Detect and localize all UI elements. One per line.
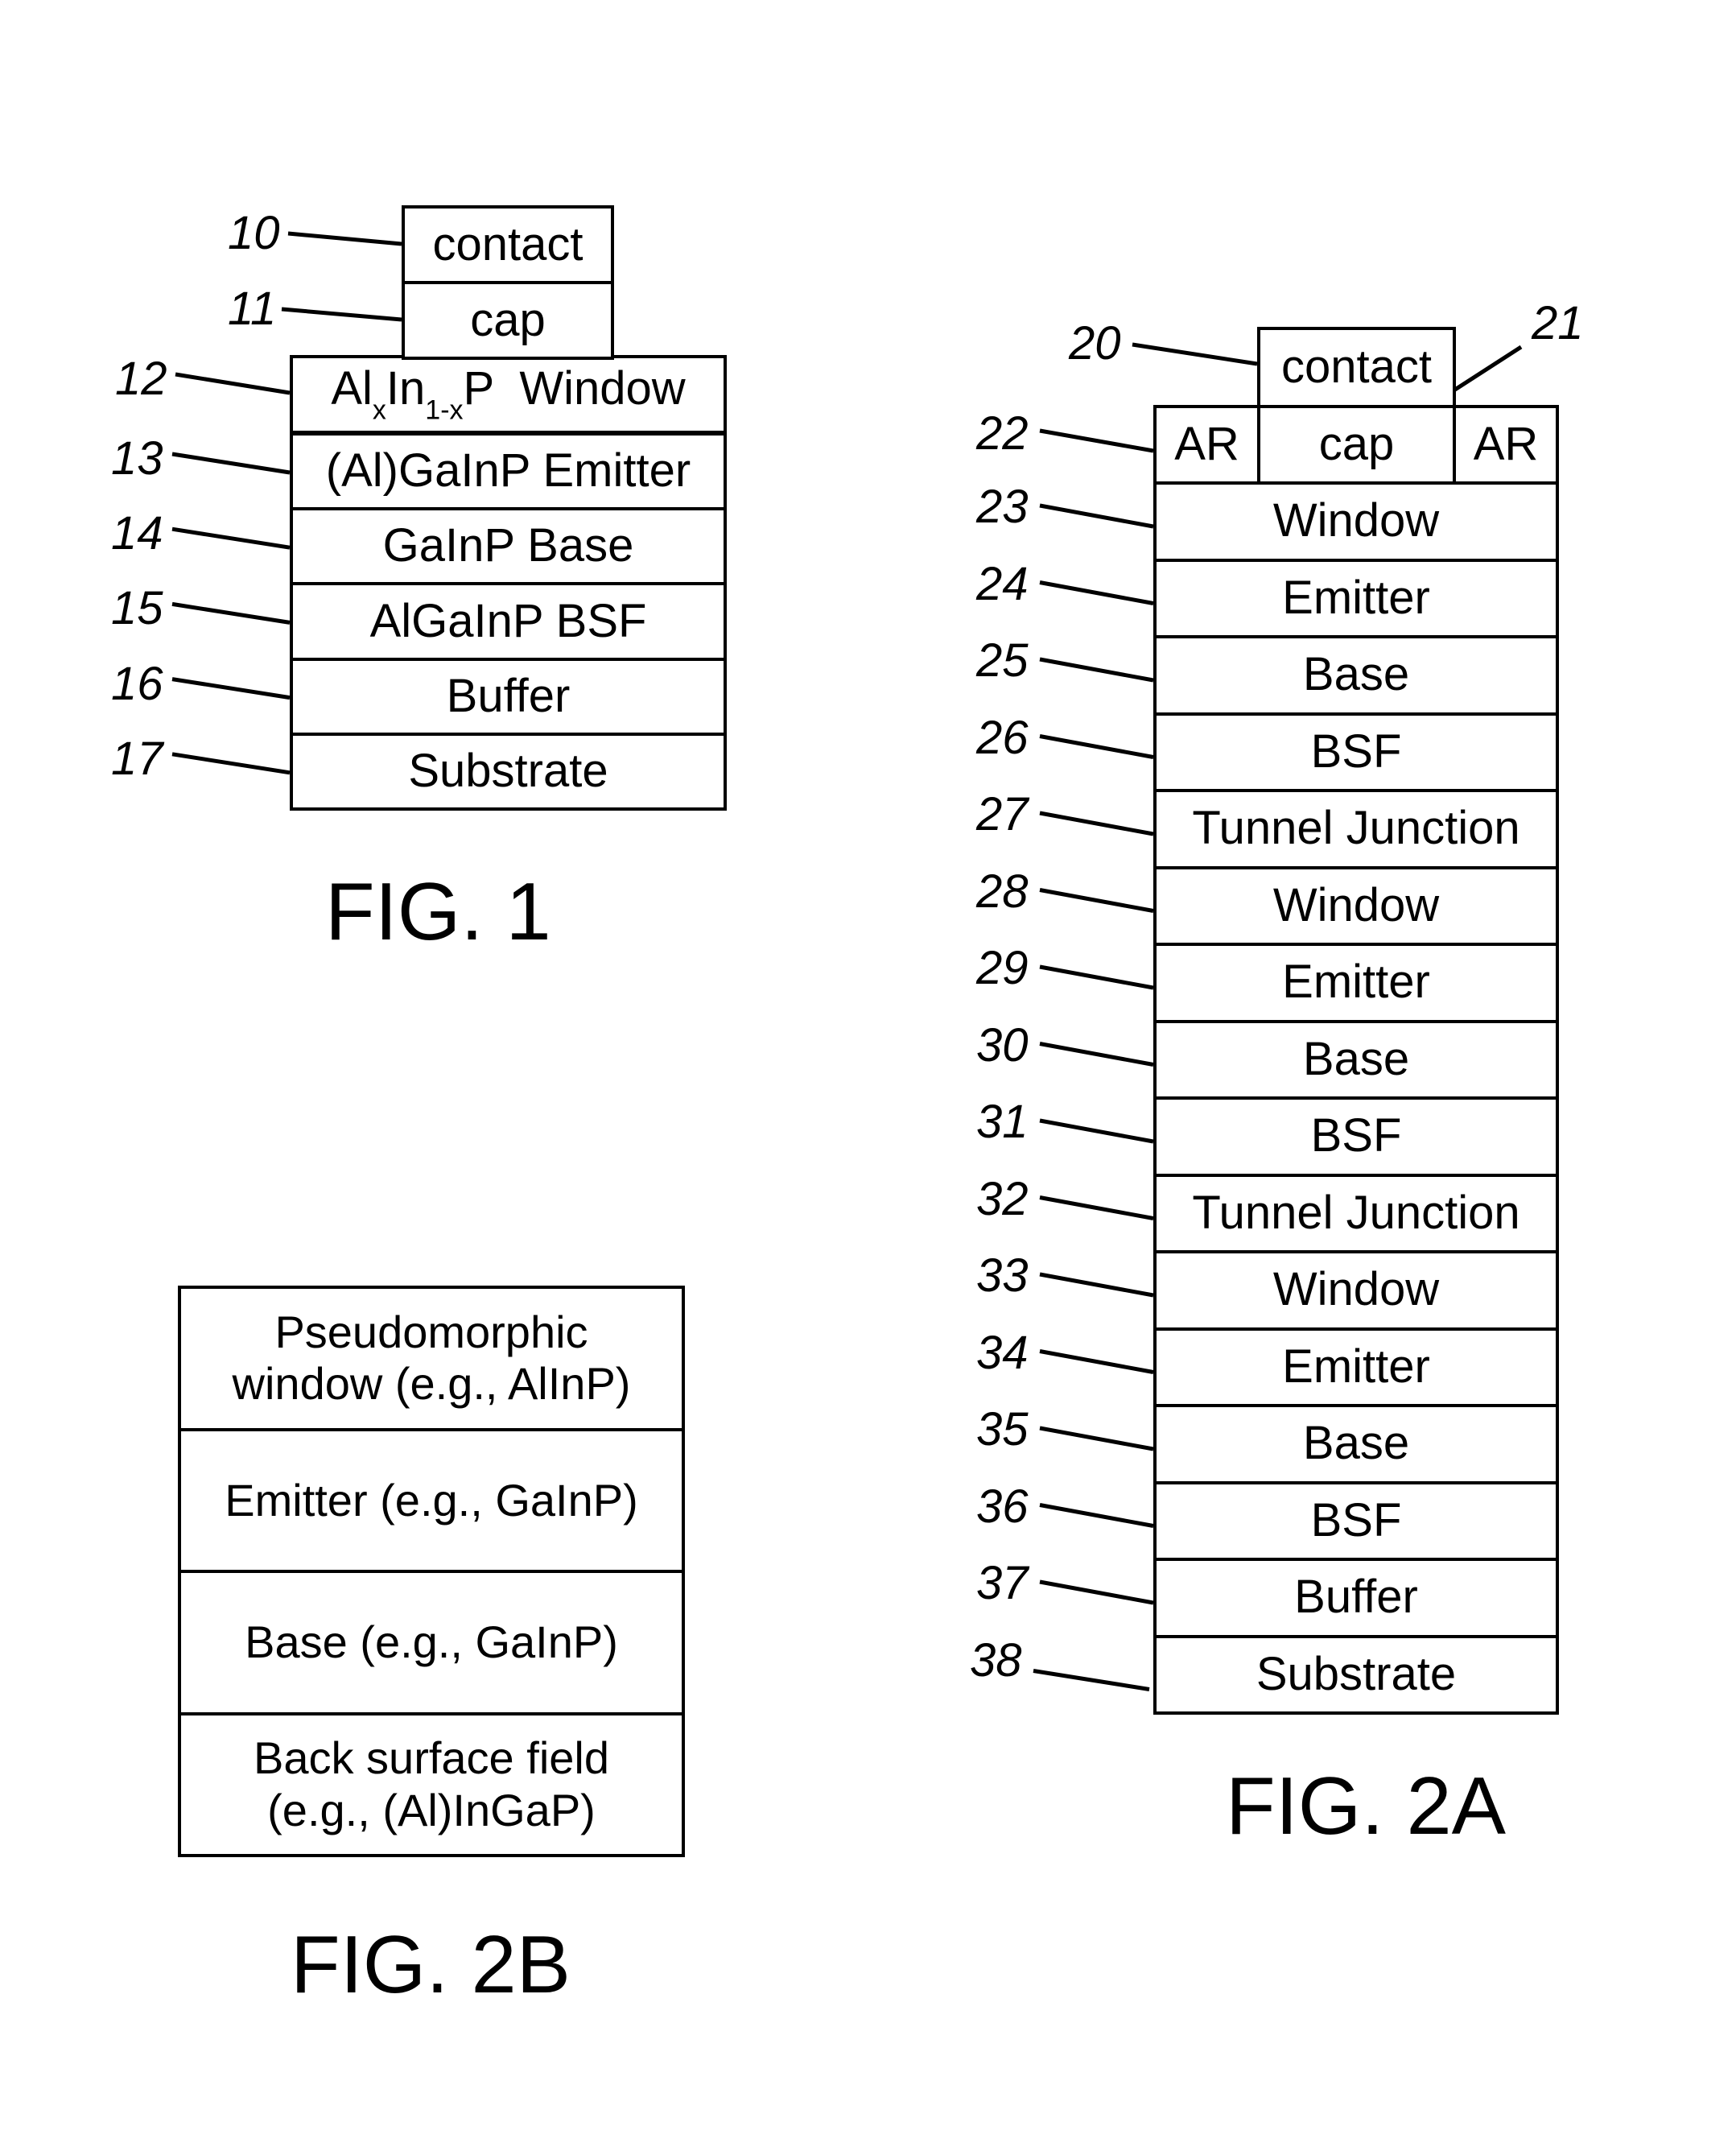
fig1-leader-15: [171, 601, 291, 625]
fig1-ref-window: 12: [115, 353, 167, 405]
fig1-layer-cap: cap: [402, 281, 614, 360]
fig2a-ref-31: 31: [976, 1096, 1029, 1148]
fig2a-layer-buffer: Buffer: [1153, 1558, 1559, 1638]
fig1-ref-13: 13: [111, 432, 163, 485]
fig2a-leader-26: [1039, 734, 1154, 759]
fig1-leader-13: [171, 452, 291, 475]
fig2a-layer-contact: contact: [1257, 327, 1456, 408]
fig1-leader-11: [281, 307, 402, 322]
fig2a-leader-32: [1039, 1195, 1154, 1220]
fig2a-layer-window: Window: [1153, 865, 1559, 946]
fig2a-layer-tunnel-junction: Tunnel Junction: [1153, 789, 1559, 869]
fig2a-ref-cap: 21: [1532, 297, 1584, 349]
fig1-layer-contact: contact: [402, 205, 614, 284]
fig1-ref-16: 16: [111, 657, 163, 710]
fig2a-ref-26: 26: [976, 711, 1029, 764]
fig2a-layer-ar-left: AR: [1153, 405, 1260, 485]
fig1-layer-buffer: Buffer: [290, 657, 727, 736]
window-formula: AlxIn1-xP Window: [331, 362, 686, 426]
fig2a-ref-35: 35: [976, 1403, 1029, 1455]
fig2a-layer-window: Window: [1153, 481, 1559, 562]
fig2a-leader-35: [1039, 1426, 1154, 1451]
fig2a-layer-tunnel-junction: Tunnel Junction: [1153, 1173, 1559, 1253]
fig1-leader-16: [171, 677, 291, 700]
fig2a-ref-29: 29: [976, 942, 1029, 994]
fig2a-leader-22: [1039, 428, 1154, 453]
fig2a-leader-30: [1039, 1042, 1154, 1067]
fig2a-ref-23: 23: [976, 481, 1029, 533]
fig2a-layer-bsf: BSF: [1153, 712, 1559, 792]
fig2a-leader-37: [1039, 1579, 1154, 1605]
fig1-layer-algainp-bsf: AlGaInP BSF: [290, 582, 727, 661]
fig1-layer-substrate: Substrate: [290, 732, 727, 811]
fig2a-layer-bsf: BSF: [1153, 1480, 1559, 1561]
fig1-leader-17: [171, 752, 291, 775]
fig2b-layer-1: Pseudomorphic window (e.g., AlInP): [178, 1286, 685, 1431]
fig1-ref-15: 15: [111, 582, 163, 635]
fig2a-leader-34: [1039, 1349, 1154, 1374]
fig1-layer--al-gainp-emitter: (Al)GaInP Emitter: [290, 432, 727, 511]
fig2a-ref-33: 33: [976, 1249, 1029, 1302]
fig2b-caption: FIG. 2B: [291, 1920, 571, 2010]
fig2a-ref-25: 25: [976, 634, 1029, 687]
fig2a-leader-29: [1039, 964, 1154, 990]
fig2a-caption: FIG. 2A: [1226, 1761, 1506, 1852]
fig2a-layer-emitter: Emitter: [1153, 558, 1559, 638]
fig1-ref-14: 14: [111, 507, 163, 560]
fig1-leader-14: [171, 526, 291, 550]
fig1-layer-window: AlxIn1-xP Window: [290, 355, 727, 434]
fig2a-ref-34: 34: [976, 1326, 1029, 1379]
fig2a-leader-33: [1039, 1272, 1154, 1298]
fig2a-layer-cap: cap: [1257, 405, 1456, 485]
fig2a-layer-emitter: Emitter: [1153, 1327, 1559, 1407]
fig1-ref-11: 11: [228, 283, 277, 335]
fig1-leader-12: [175, 372, 291, 395]
fig1-layer-gainp-base: GaInP Base: [290, 507, 727, 586]
fig2a-leader-23: [1039, 503, 1154, 529]
fig2a-leader-24: [1039, 580, 1154, 605]
fig2a-layer-base: Base: [1153, 1404, 1559, 1484]
fig2a-leader-20: [1132, 342, 1258, 366]
fig2a-leader-25: [1039, 657, 1154, 683]
fig2a-layer-window: Window: [1153, 1250, 1559, 1331]
fig2a-layer-ar-right: AR: [1453, 405, 1559, 485]
fig2a-leader-31: [1039, 1118, 1154, 1144]
fig1-ref-17: 17: [111, 732, 163, 785]
fig2a-layer-bsf: BSF: [1153, 1096, 1559, 1177]
fig2a-ref-37: 37: [976, 1557, 1029, 1609]
fig2a-ref-38: 38: [970, 1633, 1022, 1687]
fig2a-ref-24: 24: [976, 557, 1029, 610]
fig2b-layer-2: Emitter (e.g., GaInP): [178, 1427, 685, 1573]
patent-figure-sheet: AlxIn1-xP Window 12 AR cap AR contact 20…: [0, 0, 1736, 2151]
fig2a-layer-emitter: Emitter: [1153, 943, 1559, 1023]
fig2a-ref-28: 28: [976, 865, 1029, 918]
fig2a-ref-ar: 22: [976, 407, 1029, 460]
fig2a-layer-base: Base: [1153, 635, 1559, 716]
fig2a-leader-38: [1033, 1669, 1150, 1691]
fig2a-layer-base: Base: [1153, 1019, 1559, 1100]
fig2a-layer-substrate: Substrate: [1153, 1634, 1559, 1715]
fig1-leader-10: [287, 231, 402, 246]
fig2a-ref-32: 32: [976, 1172, 1029, 1225]
fig2b-layer-4: Back surface field (e.g., (Al)InGaP): [178, 1711, 685, 1857]
fig2a-ref-30: 30: [976, 1018, 1029, 1071]
fig2a-leader-28: [1039, 888, 1154, 913]
fig1-ref-10: 10: [228, 207, 280, 259]
fig2a-leader-36: [1039, 1503, 1154, 1528]
fig2a-ref-36: 36: [976, 1480, 1029, 1533]
fig1-caption: FIG. 1: [325, 867, 551, 957]
fig2b-layer-3: Base (e.g., GaInP): [178, 1570, 685, 1715]
fig2a-ref-27: 27: [976, 788, 1029, 840]
fig2a-ref-contact: 20: [1069, 317, 1121, 370]
fig2a-leader-27: [1039, 811, 1154, 836]
